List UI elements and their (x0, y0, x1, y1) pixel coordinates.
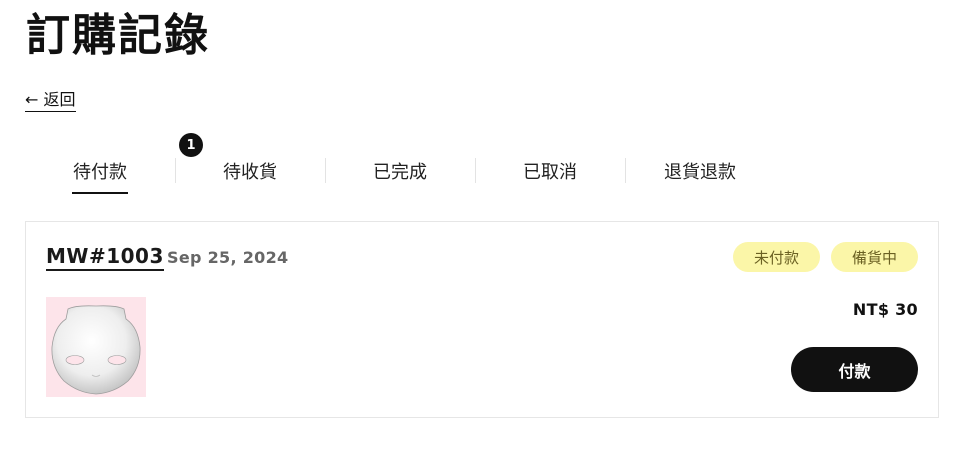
tab-label: 已完成 (373, 162, 427, 183)
tab-completed[interactable]: 已完成 (325, 145, 475, 197)
order-card: MW#1003 Sep 25, 2024 未付款 備貨中 NT$ 30 付款 (25, 221, 939, 418)
order-price: NT$ 30 (852, 300, 918, 319)
tab-label: 待收貨 (223, 162, 277, 183)
order-date: Sep 25, 2024 (167, 248, 289, 267)
tab-label: 退貨退款 (664, 162, 736, 183)
back-link[interactable]: ← 返回 (25, 90, 76, 112)
status-badge-preparing: 備貨中 (830, 242, 918, 272)
order-status-badges: 未付款 備貨中 (732, 242, 918, 272)
product-thumbnail[interactable] (46, 297, 146, 397)
tab-returns-refunds[interactable]: 退貨退款 (625, 145, 775, 197)
page-title: 訂購記錄 (26, 10, 210, 61)
doll-face-mask-image (51, 305, 141, 395)
tab-cancelled[interactable]: 已取消 (475, 145, 625, 197)
status-badge-unpaid: 未付款 (732, 242, 820, 272)
tab-pending-payment[interactable]: 待付款 1 (25, 133, 203, 197)
order-id-link[interactable]: MW#1003 (46, 244, 164, 271)
tab-to-receive[interactable]: 待收貨 (175, 145, 325, 197)
tab-label: 待付款 (72, 154, 128, 194)
tab-label: 已取消 (523, 162, 577, 183)
pay-button[interactable]: 付款 (791, 347, 918, 392)
order-status-tabs: 待付款 1 待收貨 已完成 已取消 退貨退款 (25, 133, 775, 197)
